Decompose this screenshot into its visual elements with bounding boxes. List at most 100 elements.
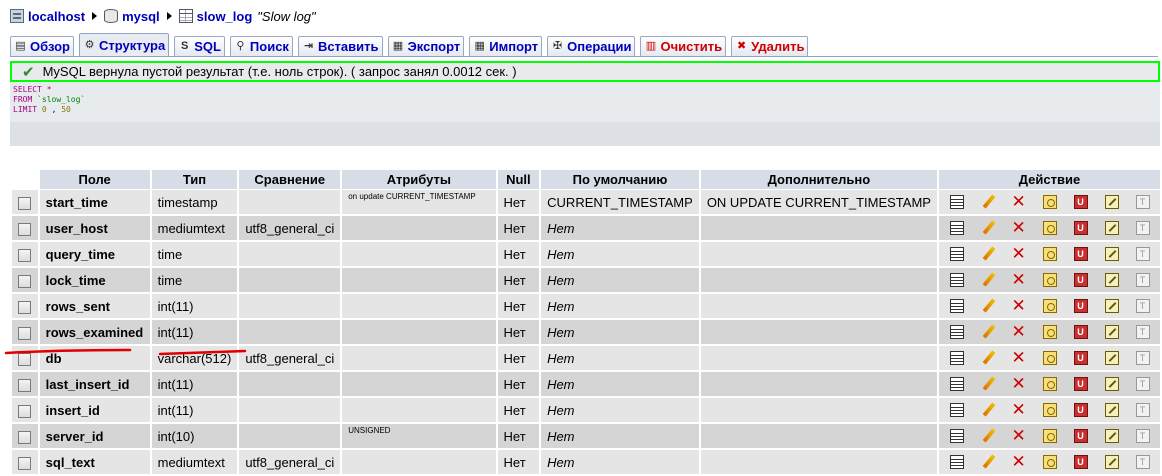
action-fulltext-button[interactable]: T — [1127, 451, 1158, 473]
action-edit-pencil-button[interactable] — [972, 347, 1003, 369]
tab-operations[interactable]: ✠ Операции — [547, 36, 636, 56]
tab-browse[interactable]: ▤ Обзор — [10, 36, 74, 56]
action-delete-x-button[interactable]: ✕ — [1003, 399, 1034, 421]
action-primary-key-button[interactable] — [1034, 295, 1065, 317]
action-primary-key-button[interactable] — [1034, 347, 1065, 369]
tab-empty[interactable]: ▥ Очистить — [640, 36, 727, 56]
action-browse-distinct-button[interactable] — [941, 373, 972, 395]
action-index-button[interactable] — [1096, 217, 1127, 239]
action-index-button[interactable] — [1096, 425, 1127, 447]
action-browse-distinct-button[interactable] — [941, 321, 972, 343]
action-unique-button[interactable]: U — [1065, 451, 1096, 473]
action-delete-x-button[interactable]: ✕ — [1003, 451, 1034, 473]
row-checkbox[interactable] — [18, 196, 32, 210]
action-browse-distinct-button[interactable] — [941, 243, 972, 265]
action-index-button[interactable] — [1096, 191, 1127, 213]
action-primary-key-button[interactable] — [1034, 191, 1065, 213]
action-edit-pencil-button[interactable] — [972, 269, 1003, 291]
action-fulltext-button[interactable]: T — [1127, 269, 1158, 291]
breadcrumb-server[interactable]: localhost — [10, 9, 85, 24]
action-fulltext-button[interactable]: T — [1127, 347, 1158, 369]
action-primary-key-button[interactable] — [1034, 243, 1065, 265]
action-unique-button[interactable]: U — [1065, 217, 1096, 239]
tab-import[interactable]: ▦ Импорт — [469, 36, 543, 56]
action-delete-x-button[interactable]: ✕ — [1003, 425, 1034, 447]
action-browse-distinct-button[interactable] — [941, 399, 972, 421]
row-checkbox[interactable] — [18, 456, 32, 470]
row-checkbox[interactable] — [18, 222, 32, 236]
action-browse-distinct-button[interactable] — [941, 295, 972, 317]
action-unique-button[interactable]: U — [1065, 373, 1096, 395]
action-index-button[interactable] — [1096, 295, 1127, 317]
action-unique-button[interactable]: U — [1065, 191, 1096, 213]
action-unique-button[interactable]: U — [1065, 347, 1096, 369]
action-fulltext-button[interactable]: T — [1127, 243, 1158, 265]
action-index-button[interactable] — [1096, 399, 1127, 421]
action-browse-distinct-button[interactable] — [941, 191, 972, 213]
action-edit-pencil-button[interactable] — [972, 295, 1003, 317]
tab-sql[interactable]: S SQL — [174, 36, 225, 56]
action-fulltext-button[interactable]: T — [1127, 217, 1158, 239]
action-edit-pencil-button[interactable] — [972, 243, 1003, 265]
action-edit-pencil-button[interactable] — [972, 321, 1003, 343]
action-index-button[interactable] — [1096, 321, 1127, 343]
action-edit-pencil-button[interactable] — [972, 191, 1003, 213]
row-checkbox[interactable] — [18, 300, 32, 314]
row-checkbox[interactable] — [18, 352, 32, 366]
action-browse-distinct-button[interactable] — [941, 217, 972, 239]
action-browse-distinct-button[interactable] — [941, 451, 972, 473]
action-fulltext-button[interactable]: T — [1127, 425, 1158, 447]
action-delete-x-button[interactable]: ✕ — [1003, 217, 1034, 239]
breadcrumb-table-link[interactable]: slow_log — [197, 9, 253, 24]
breadcrumb-server-link[interactable]: localhost — [28, 9, 85, 24]
action-primary-key-button[interactable] — [1034, 321, 1065, 343]
tab-structure[interactable]: ⚙ Структура — [79, 33, 170, 56]
row-checkbox[interactable] — [18, 430, 32, 444]
action-fulltext-button[interactable]: T — [1127, 373, 1158, 395]
action-index-button[interactable] — [1096, 347, 1127, 369]
action-edit-pencil-button[interactable] — [972, 217, 1003, 239]
action-primary-key-button[interactable] — [1034, 373, 1065, 395]
action-primary-key-button[interactable] — [1034, 451, 1065, 473]
tab-export[interactable]: ▦ Экспорт — [387, 36, 465, 56]
action-browse-distinct-button[interactable] — [941, 425, 972, 447]
action-delete-x-button[interactable]: ✕ — [1003, 347, 1034, 369]
action-index-button[interactable] — [1096, 373, 1127, 395]
action-delete-x-button[interactable]: ✕ — [1003, 269, 1034, 291]
action-browse-distinct-button[interactable] — [941, 269, 972, 291]
action-browse-distinct-button[interactable] — [941, 347, 972, 369]
action-delete-x-button[interactable]: ✕ — [1003, 321, 1034, 343]
action-index-button[interactable] — [1096, 269, 1127, 291]
action-unique-button[interactable]: U — [1065, 269, 1096, 291]
row-checkbox[interactable] — [18, 274, 32, 288]
action-delete-x-button[interactable]: ✕ — [1003, 295, 1034, 317]
action-primary-key-button[interactable] — [1034, 399, 1065, 421]
row-checkbox[interactable] — [18, 378, 32, 392]
tab-drop[interactable]: ✖ Удалить — [731, 36, 809, 56]
action-primary-key-button[interactable] — [1034, 425, 1065, 447]
action-fulltext-button[interactable]: T — [1127, 321, 1158, 343]
row-checkbox[interactable] — [18, 404, 32, 418]
action-unique-button[interactable]: U — [1065, 243, 1096, 265]
action-unique-button[interactable]: U — [1065, 399, 1096, 421]
breadcrumb-database[interactable]: mysql — [104, 9, 160, 24]
row-checkbox[interactable] — [18, 248, 32, 262]
tab-insert[interactable]: ⇥ Вставить — [297, 36, 383, 56]
action-unique-button[interactable]: U — [1065, 425, 1096, 447]
tab-search[interactable]: ⚲ Поиск — [229, 36, 293, 56]
action-index-button[interactable] — [1096, 451, 1127, 473]
action-edit-pencil-button[interactable] — [972, 451, 1003, 473]
row-checkbox[interactable] — [18, 326, 32, 340]
action-delete-x-button[interactable]: ✕ — [1003, 243, 1034, 265]
action-edit-pencil-button[interactable] — [972, 399, 1003, 421]
action-unique-button[interactable]: U — [1065, 321, 1096, 343]
action-edit-pencil-button[interactable] — [972, 425, 1003, 447]
breadcrumb-database-link[interactable]: mysql — [122, 9, 160, 24]
action-index-button[interactable] — [1096, 243, 1127, 265]
action-fulltext-button[interactable]: T — [1127, 399, 1158, 421]
action-fulltext-button[interactable]: T — [1127, 295, 1158, 317]
action-primary-key-button[interactable] — [1034, 217, 1065, 239]
breadcrumb-table[interactable]: slow_log — [178, 9, 253, 24]
action-edit-pencil-button[interactable] — [972, 373, 1003, 395]
action-delete-x-button[interactable]: ✕ — [1003, 373, 1034, 395]
